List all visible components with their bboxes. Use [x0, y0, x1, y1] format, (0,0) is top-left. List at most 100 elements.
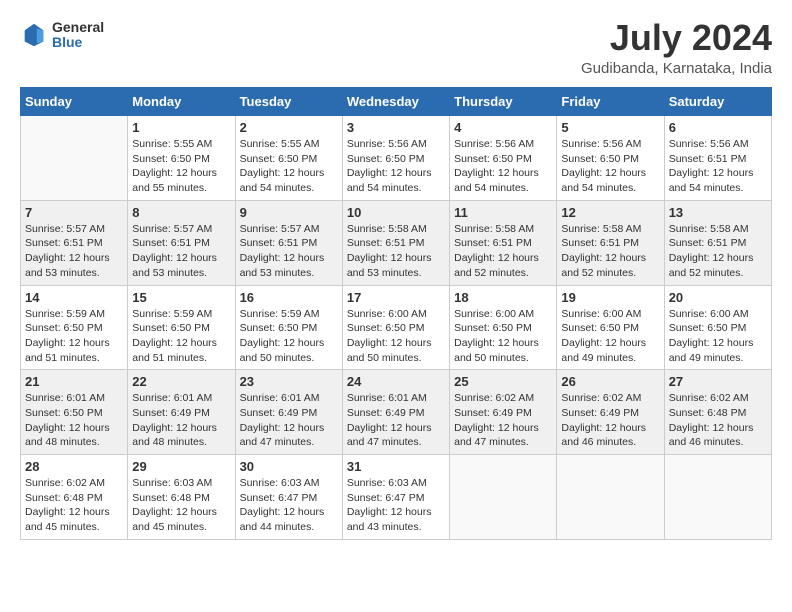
calendar-table: SundayMondayTuesdayWednesdayThursdayFrid…: [20, 87, 772, 540]
calendar-cell: [21, 116, 128, 201]
column-header-wednesday: Wednesday: [342, 88, 449, 116]
day-info: Sunrise: 6:00 AMSunset: 6:50 PMDaylight:…: [669, 307, 767, 366]
day-number: 9: [240, 205, 338, 220]
calendar-cell: 22 Sunrise: 6:01 AMSunset: 6:49 PMDayligh…: [128, 370, 235, 455]
week-row-5: 28 Sunrise: 6:02 AMSunset: 6:48 PMDayligh…: [21, 455, 772, 540]
day-number: 5: [561, 120, 659, 135]
day-info: Sunrise: 6:01 AMSunset: 6:50 PMDaylight:…: [25, 391, 123, 450]
calendar-cell: 1 Sunrise: 5:55 AMSunset: 6:50 PMDaylight…: [128, 116, 235, 201]
day-info: Sunrise: 6:02 AMSunset: 6:48 PMDaylight:…: [25, 476, 123, 535]
calendar-cell: 10Sunrise: 5:58 AMSunset: 6:51 PMDayligh…: [342, 200, 449, 285]
week-row-1: 1 Sunrise: 5:55 AMSunset: 6:50 PMDaylight…: [21, 116, 772, 201]
calendar-cell: 27Sunrise: 6:02 AMSunset: 6:48 PMDayligh…: [664, 370, 771, 455]
day-number: 26: [561, 374, 659, 389]
day-info: Sunrise: 6:02 AMSunset: 6:49 PMDaylight:…: [561, 391, 659, 450]
day-number: 12: [561, 205, 659, 220]
day-number: 7: [25, 205, 123, 220]
day-number: 30: [240, 459, 338, 474]
calendar-cell: 18 Sunrise: 6:00 AMSunset: 6:50 PMDayligh…: [450, 285, 557, 370]
calendar-cell: 24Sunrise: 6:01 AMSunset: 6:49 PMDayligh…: [342, 370, 449, 455]
day-info: Sunrise: 5:59 AMSunset: 6:50 PMDaylight:…: [132, 307, 230, 366]
day-number: 17: [347, 290, 445, 305]
calendar-cell: 5 Sunrise: 5:56 AMSunset: 6:50 PMDaylight…: [557, 116, 664, 201]
day-number: 20: [669, 290, 767, 305]
calendar-cell: [557, 455, 664, 540]
calendar-cell: 8 Sunrise: 5:57 AMSunset: 6:51 PMDaylight…: [128, 200, 235, 285]
day-info: Sunrise: 6:00 AMSunset: 6:50 PMDaylight:…: [561, 307, 659, 366]
day-number: 15: [132, 290, 230, 305]
day-info: Sunrise: 5:58 AMSunset: 6:51 PMDaylight:…: [454, 222, 552, 281]
day-number: 10: [347, 205, 445, 220]
day-info: Sunrise: 5:58 AMSunset: 6:51 PMDaylight:…: [669, 222, 767, 281]
logo-general: General: [52, 20, 104, 35]
day-info: Sunrise: 6:02 AMSunset: 6:49 PMDaylight:…: [454, 391, 552, 450]
day-info: Sunrise: 5:56 AMSunset: 6:50 PMDaylight:…: [561, 137, 659, 196]
calendar-cell: 11Sunrise: 5:58 AMSunset: 6:51 PMDayligh…: [450, 200, 557, 285]
day-number: 18: [454, 290, 552, 305]
day-number: 4: [454, 120, 552, 135]
calendar-cell: 4 Sunrise: 5:56 AMSunset: 6:50 PMDaylight…: [450, 116, 557, 201]
title-block: July 2024 Gudibanda, Karnataka, India: [581, 20, 772, 77]
calendar-cell: 26 Sunrise: 6:02 AMSunset: 6:49 PMDayligh…: [557, 370, 664, 455]
column-header-monday: Monday: [128, 88, 235, 116]
location-subtitle: Gudibanda, Karnataka, India: [581, 60, 772, 77]
calendar-cell: 17Sunrise: 6:00 AMSunset: 6:50 PMDayligh…: [342, 285, 449, 370]
logo-blue: Blue: [52, 35, 104, 50]
day-info: Sunrise: 6:03 AMSunset: 6:47 PMDaylight:…: [347, 476, 445, 535]
day-info: Sunrise: 5:59 AMSunset: 6:50 PMDaylight:…: [240, 307, 338, 366]
column-header-thursday: Thursday: [450, 88, 557, 116]
day-info: Sunrise: 6:00 AMSunset: 6:50 PMDaylight:…: [454, 307, 552, 366]
day-info: Sunrise: 6:03 AMSunset: 6:47 PMDaylight:…: [240, 476, 338, 535]
column-header-saturday: Saturday: [664, 88, 771, 116]
day-info: Sunrise: 5:57 AMSunset: 6:51 PMDaylight:…: [240, 222, 338, 281]
day-number: 28: [25, 459, 123, 474]
column-header-sunday: Sunday: [21, 88, 128, 116]
day-info: Sunrise: 6:01 AMSunset: 6:49 PMDaylight:…: [347, 391, 445, 450]
day-info: Sunrise: 5:57 AMSunset: 6:51 PMDaylight:…: [132, 222, 230, 281]
calendar-cell: 9 Sunrise: 5:57 AMSunset: 6:51 PMDaylight…: [235, 200, 342, 285]
calendar-body: 1 Sunrise: 5:55 AMSunset: 6:50 PMDaylight…: [21, 116, 772, 540]
calendar-cell: 2 Sunrise: 5:55 AMSunset: 6:50 PMDaylight…: [235, 116, 342, 201]
column-header-friday: Friday: [557, 88, 664, 116]
week-row-2: 7 Sunrise: 5:57 AMSunset: 6:51 PMDaylight…: [21, 200, 772, 285]
calendar-cell: 7 Sunrise: 5:57 AMSunset: 6:51 PMDaylight…: [21, 200, 128, 285]
page-header: General Blue July 2024 Gudibanda, Karnat…: [20, 20, 772, 77]
calendar-cell: 15 Sunrise: 5:59 AMSunset: 6:50 PMDayligh…: [128, 285, 235, 370]
calendar-cell: 23Sunrise: 6:01 AMSunset: 6:49 PMDayligh…: [235, 370, 342, 455]
logo: General Blue: [20, 20, 104, 51]
day-info: Sunrise: 5:56 AMSunset: 6:51 PMDaylight:…: [669, 137, 767, 196]
calendar-cell: 29Sunrise: 6:03 AMSunset: 6:48 PMDayligh…: [128, 455, 235, 540]
month-year-title: July 2024: [581, 20, 772, 56]
day-info: Sunrise: 5:56 AMSunset: 6:50 PMDaylight:…: [454, 137, 552, 196]
calendar-cell: 30 Sunrise: 6:03 AMSunset: 6:47 PMDayligh…: [235, 455, 342, 540]
calendar-cell: [664, 455, 771, 540]
day-info: Sunrise: 5:57 AMSunset: 6:51 PMDaylight:…: [25, 222, 123, 281]
calendar-cell: 6Sunrise: 5:56 AMSunset: 6:51 PMDaylight…: [664, 116, 771, 201]
week-row-4: 21 Sunrise: 6:01 AMSunset: 6:50 PMDayligh…: [21, 370, 772, 455]
day-number: 2: [240, 120, 338, 135]
day-number: 21: [25, 374, 123, 389]
calendar-cell: 3Sunrise: 5:56 AMSunset: 6:50 PMDaylight…: [342, 116, 449, 201]
day-number: 27: [669, 374, 767, 389]
day-number: 14: [25, 290, 123, 305]
calendar-cell: 19 Sunrise: 6:00 AMSunset: 6:50 PMDayligh…: [557, 285, 664, 370]
day-number: 31: [347, 459, 445, 474]
day-info: Sunrise: 5:58 AMSunset: 6:51 PMDaylight:…: [561, 222, 659, 281]
week-row-3: 14 Sunrise: 5:59 AMSunset: 6:50 PMDayligh…: [21, 285, 772, 370]
calendar-cell: 21 Sunrise: 6:01 AMSunset: 6:50 PMDayligh…: [21, 370, 128, 455]
day-number: 8: [132, 205, 230, 220]
day-info: Sunrise: 5:55 AMSunset: 6:50 PMDaylight:…: [240, 137, 338, 196]
day-info: Sunrise: 6:01 AMSunset: 6:49 PMDaylight:…: [132, 391, 230, 450]
day-number: 1: [132, 120, 230, 135]
day-number: 25: [454, 374, 552, 389]
day-info: Sunrise: 5:55 AMSunset: 6:50 PMDaylight:…: [132, 137, 230, 196]
logo-text: General Blue: [52, 20, 104, 51]
day-info: Sunrise: 5:56 AMSunset: 6:50 PMDaylight:…: [347, 137, 445, 196]
calendar-header: SundayMondayTuesdayWednesdayThursdayFrid…: [21, 88, 772, 116]
day-number: 16: [240, 290, 338, 305]
day-number: 29: [132, 459, 230, 474]
day-number: 22: [132, 374, 230, 389]
day-number: 19: [561, 290, 659, 305]
day-number: 23: [240, 374, 338, 389]
calendar-cell: 14Sunrise: 5:59 AMSunset: 6:50 PMDayligh…: [21, 285, 128, 370]
